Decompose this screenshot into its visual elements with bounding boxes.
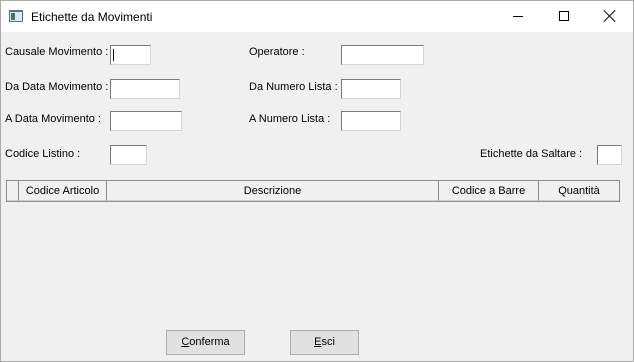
esci-label-rest: sci [321, 336, 335, 348]
close-button[interactable] [587, 1, 633, 32]
column-header-quantita[interactable]: Quantità [539, 181, 619, 201]
column-header-descrizione[interactable]: Descrizione [107, 181, 439, 201]
operatore-field[interactable] [341, 45, 424, 65]
etichette-da-saltare-label: Etichette da Saltare : [480, 148, 583, 160]
conferma-button[interactable]: Conferma [166, 330, 245, 355]
app-window: Etichette da Movimenti Causale Movimento… [0, 0, 634, 362]
a-data-movimento-label: A Data Movimento : [5, 113, 101, 125]
da-numero-lista-label: Da Numero Lista : [249, 81, 338, 93]
codice-listino-field[interactable] [110, 145, 147, 165]
da-data-movimento-field[interactable] [110, 79, 180, 99]
column-header-codice-a-barre[interactable]: Codice a Barre [439, 181, 539, 201]
close-icon [604, 10, 616, 22]
maximize-button[interactable] [541, 1, 587, 32]
da-data-movimento-label: Da Data Movimento : [5, 81, 109, 93]
app-form-icon [9, 10, 23, 22]
conferma-label-rest: onferma [189, 336, 230, 348]
grid-row-selector-header[interactable] [7, 181, 19, 201]
operatore-label: Operatore : [249, 46, 305, 58]
minimize-icon [513, 16, 523, 17]
title-bar[interactable]: Etichette da Movimenti [1, 1, 633, 32]
column-header-codice-articolo[interactable]: Codice Articolo [19, 181, 107, 201]
etichette-da-saltare-field[interactable] [597, 145, 622, 165]
window-title: Etichette da Movimenti [31, 10, 153, 24]
text-caret [113, 49, 114, 61]
a-data-movimento-field[interactable] [110, 111, 182, 131]
causale-movimento-label: Causale Movimento : [5, 46, 109, 58]
causale-movimento-field[interactable] [110, 45, 151, 65]
articles-grid[interactable]: Codice Articolo Descrizione Codice a Bar… [6, 180, 620, 202]
a-numero-lista-field[interactable] [341, 111, 401, 131]
a-numero-lista-label: A Numero Lista : [249, 113, 331, 125]
esci-button[interactable]: Esci [290, 330, 359, 355]
codice-listino-label: Codice Listino : [5, 148, 81, 160]
maximize-icon [559, 11, 569, 21]
minimize-button[interactable] [495, 1, 541, 32]
da-numero-lista-field[interactable] [341, 79, 401, 99]
